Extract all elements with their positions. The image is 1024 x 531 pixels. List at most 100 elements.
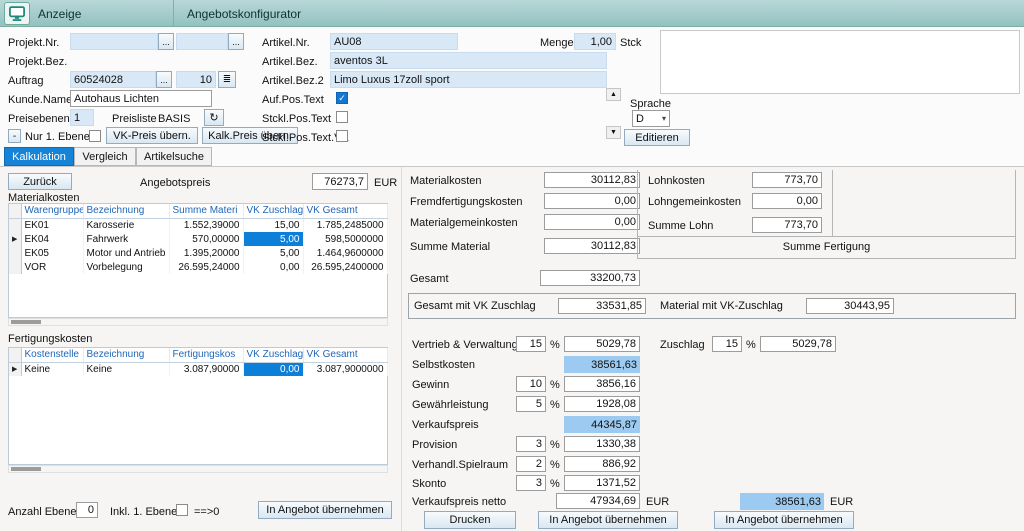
table-cell[interactable]: 26.595,24000 — [169, 260, 243, 274]
stckl-pos-text-vk-checkbox[interactable] — [336, 130, 348, 142]
table-cell[interactable]: Motor und Antrieb — [83, 246, 169, 260]
stckl-pos-text-checkbox[interactable] — [336, 111, 348, 123]
drucken-button[interactable]: Drucken — [424, 511, 516, 529]
gesamt-input[interactable]: 33200,73 — [540, 270, 640, 286]
collapse-button[interactable]: - — [8, 129, 21, 143]
artikel-nr-input[interactable]: AU08 — [330, 33, 458, 50]
gewinn-input[interactable]: 3856,16 — [564, 376, 640, 392]
summe-lohn-input[interactable]: 773,70 — [752, 217, 822, 233]
table-cell[interactable]: 1.785,2485000 — [303, 218, 387, 232]
col-warengruppe[interactable]: Warengruppe — [21, 204, 83, 218]
display-icon[interactable] — [4, 2, 30, 25]
uebernehmen-left-button[interactable]: In Angebot übernehmen — [258, 501, 392, 519]
anzahl-ebenen-input[interactable]: 0 — [76, 502, 98, 518]
table-row[interactable]: EK05 Motor und Antrieb 1.395,20000 5,00 … — [9, 246, 387, 260]
projekt-nr2-browse-button[interactable]: ... — [228, 33, 244, 50]
fremdfertigung-input[interactable]: 0,00 — [544, 193, 640, 209]
auftrag-list-button[interactable]: ≣ — [218, 71, 236, 88]
provision-input[interactable]: 1330,38 — [564, 436, 640, 452]
kunde-name-input[interactable]: Autohaus Lichten — [70, 90, 212, 107]
col-fertigungskosten[interactable]: Fertigungskos — [169, 348, 243, 362]
auf-pos-text-checkbox[interactable]: ✓ — [336, 92, 348, 104]
table-cell[interactable]: 3.087,9000000 — [303, 362, 387, 376]
scrollbar-thumb[interactable] — [11, 467, 41, 471]
table-cell[interactable]: 3.087,90000 — [169, 362, 243, 376]
uebernehmen-right-button[interactable]: In Angebot übernehmen — [714, 511, 854, 529]
table-cell[interactable]: Keine — [83, 362, 169, 376]
gesamt-vk-input[interactable]: 33531,85 — [558, 298, 646, 314]
gewaehrleistung-pct-input[interactable]: 5 — [516, 396, 546, 412]
table-cell[interactable]: VOR — [21, 260, 83, 274]
fertigung-table-scrollbar[interactable] — [8, 465, 388, 473]
summe-material-input[interactable]: 30112,83 — [544, 238, 640, 254]
tab-kalkulation[interactable]: Kalkulation — [4, 147, 74, 166]
zuschlag-pct-input[interactable]: 15 — [712, 336, 742, 352]
table-cell[interactable]: 1.464,9600000 — [303, 246, 387, 260]
col-vk-zuschlag[interactable]: VK Zuschlag — [243, 204, 303, 218]
scrollbar-thumb[interactable] — [11, 320, 41, 324]
table-cell[interactable]: 1.552,39000 — [169, 218, 243, 232]
table-cell[interactable]: Keine — [21, 362, 83, 376]
table-cell[interactable]: Fahrwerk — [83, 232, 169, 246]
col-vk-zuschlag[interactable]: VK Zuschlag — [243, 348, 303, 362]
auftrag-browse-button[interactable]: ... — [156, 71, 172, 88]
fertigung-table[interactable]: Kostenstelle Bezeichnung Fertigungskos V… — [8, 347, 388, 465]
nur-1-ebene-checkbox[interactable] — [89, 130, 101, 142]
col-bezeichnung[interactable]: Bezeichnung — [83, 204, 169, 218]
skonto-input[interactable]: 1371,52 — [564, 475, 640, 491]
refresh-button[interactable]: ↻ — [204, 109, 224, 126]
tab-vergleich[interactable]: Vergleich — [74, 147, 136, 166]
vk-netto-input[interactable]: 47934,69 — [556, 493, 640, 509]
col-vk-gesamt[interactable]: VK Gesamt — [303, 348, 387, 362]
table-cell[interactable]: 26.595,2400000 — [303, 260, 387, 274]
projekt-nr2-input[interactable] — [176, 33, 228, 50]
lohnkosten-input[interactable]: 773,70 — [752, 172, 822, 188]
skonto-pct-input[interactable]: 3 — [516, 475, 546, 491]
vertrieb-pct-input[interactable]: 15 — [516, 336, 546, 352]
table-cell[interactable]: 570,00000 — [169, 232, 243, 246]
lohngemein-input[interactable]: 0,00 — [752, 193, 822, 209]
angebotspreis-input[interactable]: 76273,7 — [312, 173, 368, 190]
table-cell[interactable]: 15,00 — [243, 218, 303, 232]
table-cell[interactable]: Vorbelegung — [83, 260, 169, 274]
projekt-nr-input[interactable] — [70, 33, 158, 50]
table-cell[interactable]: EK01 — [21, 218, 83, 232]
verhandl-input[interactable]: 886,92 — [564, 456, 640, 472]
verhandl-pct-input[interactable]: 2 — [516, 456, 546, 472]
selected-cell[interactable]: 5,00 — [243, 232, 303, 246]
auftrag-input[interactable]: 60524028 — [70, 71, 156, 88]
artikel-bez2-input[interactable]: Limo Luxus 17zoll sport — [330, 71, 607, 88]
zuschlag-input[interactable]: 5029,78 — [760, 336, 836, 352]
table-row-selected[interactable]: ▶ EK04 Fahrwerk 570,00000 5,00 598,50000… — [9, 232, 387, 246]
sprache-select[interactable]: D ▾ — [632, 110, 670, 127]
artikel-bez-input[interactable]: aventos 3L — [330, 52, 607, 69]
inkl-1-ebene-checkbox[interactable] — [176, 504, 188, 516]
table-cell[interactable]: 1.395,20000 — [169, 246, 243, 260]
preisebenen-input[interactable]: 1 — [70, 109, 94, 126]
table-cell[interactable]: EK04 — [21, 232, 83, 246]
zurueck-button[interactable]: Zurück — [8, 173, 72, 190]
col-vk-gesamt[interactable]: VK Gesamt — [303, 204, 387, 218]
editieren-button[interactable]: Editieren — [624, 129, 690, 146]
scroll-down-button[interactable]: ▼ — [606, 126, 621, 139]
material-table-scrollbar[interactable] — [8, 318, 388, 326]
table-row[interactable]: VOR Vorbelegung 26.595,24000 0,00 26.595… — [9, 260, 387, 274]
material-table[interactable]: Warengruppe Bezeichnung Summe Materi VK … — [8, 203, 388, 318]
table-row-selected[interactable]: ▶ Keine Keine 3.087,90000 0,00 3.087,900… — [9, 362, 387, 376]
table-cell[interactable]: 0,00 — [243, 260, 303, 274]
table-cell[interactable]: 598,5000000 — [303, 232, 387, 246]
tab-artikelsuche[interactable]: Artikelsuche — [136, 147, 212, 166]
uebernehmen-mid-button[interactable]: In Angebot übernehmen — [538, 511, 678, 529]
gewaehrleistung-input[interactable]: 1928,08 — [564, 396, 640, 412]
selected-cell[interactable]: 0,00 — [243, 362, 303, 376]
materialgemein-input[interactable]: 0,00 — [544, 214, 640, 230]
auftrag-pos-input[interactable]: 10 — [176, 71, 216, 88]
col-kostenstelle[interactable]: Kostenstelle — [21, 348, 83, 362]
menge-input[interactable]: 1,00 — [574, 33, 616, 50]
table-cell[interactable]: 5,00 — [243, 246, 303, 260]
table-row[interactable]: EK01 Karosserie 1.552,39000 15,00 1.785,… — [9, 218, 387, 232]
col-summe-material[interactable]: Summe Materi — [169, 204, 243, 218]
material-vk-input[interactable]: 30443,95 — [806, 298, 894, 314]
table-cell[interactable]: EK05 — [21, 246, 83, 260]
tab-anzeige[interactable]: Anzeige — [38, 7, 81, 21]
